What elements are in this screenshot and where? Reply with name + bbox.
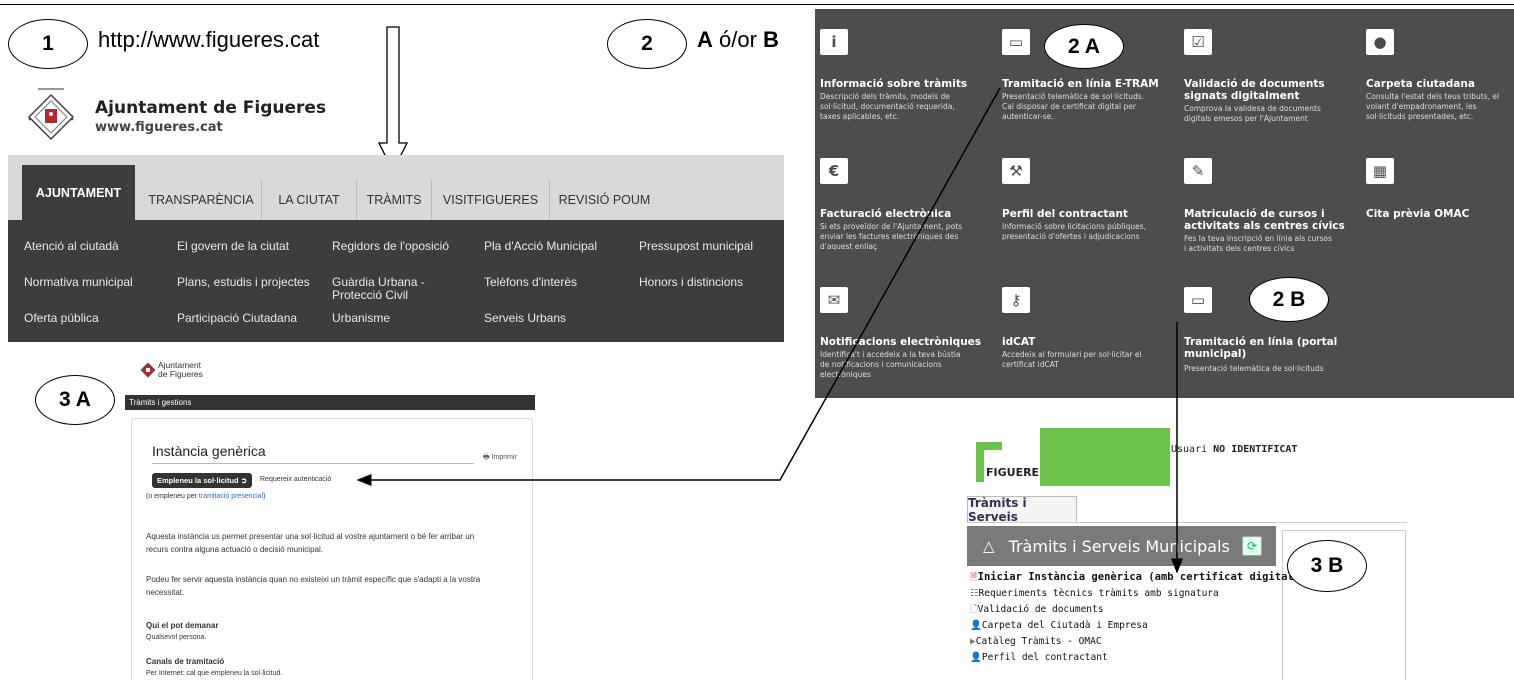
- connector-lines: [356, 87, 1183, 574]
- connector-2a-to-3a: [356, 87, 1001, 486]
